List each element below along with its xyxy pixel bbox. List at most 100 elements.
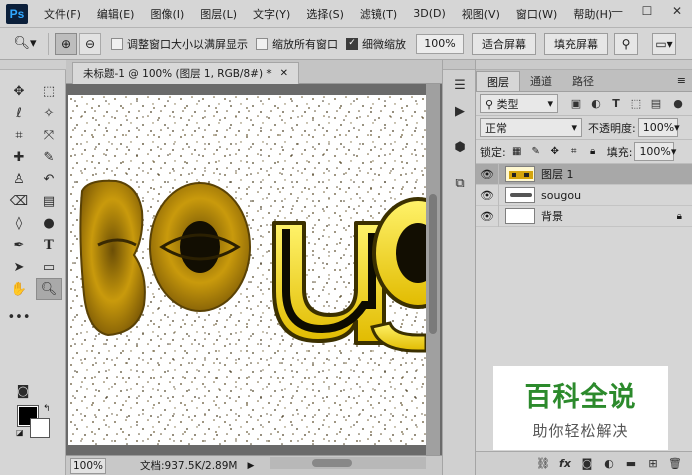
minimize-button[interactable]: —: [602, 0, 632, 22]
eraser-tool-icon[interactable]: ⌫: [6, 190, 32, 212]
status-menu-arrow-icon[interactable]: ▶: [247, 461, 254, 471]
menu-select[interactable]: 选择(S): [298, 6, 352, 22]
pen-tool-icon[interactable]: ✒: [6, 234, 32, 256]
lasso-tool-icon[interactable]: ℓ: [6, 102, 32, 124]
lock-transparent-icon[interactable]: ▦: [509, 144, 525, 160]
menu-layer[interactable]: 图层(L): [192, 6, 245, 22]
magic-wand-tool-icon[interactable]: ✧: [36, 102, 62, 124]
layer-row[interactable]: 👁︎ 背景 🔒︎: [476, 205, 692, 227]
clone-stamp-tool-icon[interactable]: ♙: [6, 168, 32, 190]
shape-tool-icon[interactable]: ▭: [36, 256, 62, 278]
lock-all-icon[interactable]: 🔒︎: [585, 144, 601, 160]
vertical-scrollbar[interactable]: [426, 84, 440, 455]
history-panel-icon[interactable]: ☰: [447, 74, 473, 96]
resize-windows-checkbox[interactable]: 调整窗口大小以满屏显示: [111, 36, 248, 52]
scrollbar-thumb[interactable]: [312, 459, 352, 467]
filter-kind-dropdown[interactable]: ⚲ 类型 ▾: [480, 94, 558, 113]
canvas-workspace[interactable]: sougou: [66, 84, 442, 455]
filter-shape-icon[interactable]: ⬚: [628, 96, 644, 112]
default-colors-icon[interactable]: ◪: [16, 428, 24, 437]
zoom-percent-field[interactable]: 100%: [416, 33, 464, 54]
fill-screen-button[interactable]: 填充屏幕: [544, 32, 608, 55]
healing-brush-tool-icon[interactable]: ✚: [6, 146, 32, 168]
new-group-icon[interactable]: ▬: [620, 454, 642, 474]
tab-layers[interactable]: 图层: [476, 71, 520, 91]
zoom-out-icon[interactable]: ⊖: [79, 32, 101, 55]
scrubby-zoom-checkbox[interactable]: ✓ 细微缩放: [346, 36, 406, 52]
path-selection-tool-icon[interactable]: ➤: [6, 256, 32, 278]
history-brush-tool-icon[interactable]: ↶: [36, 168, 62, 190]
3d-panel-icon[interactable]: ⬢: [447, 136, 473, 158]
toolbox-header[interactable]: [0, 60, 66, 70]
eye-icon[interactable]: 👁︎: [476, 210, 498, 223]
zoom-in-icon[interactable]: ⊕: [55, 32, 77, 55]
filter-type-icon[interactable]: T: [608, 96, 624, 112]
panel-menu-icon[interactable]: ≡: [677, 74, 686, 87]
adjustment-layer-icon[interactable]: ◐: [598, 454, 620, 474]
status-zoom-field[interactable]: 100%: [70, 457, 106, 474]
crop-tool-icon[interactable]: ⌗: [6, 124, 32, 146]
filter-pixel-icon[interactable]: ▣: [568, 96, 584, 112]
blur-tool-icon[interactable]: ◊: [6, 212, 32, 234]
menu-edit[interactable]: 编辑(E): [89, 6, 143, 22]
menu-view[interactable]: 视图(V): [454, 6, 508, 22]
horizontal-scrollbar[interactable]: [270, 457, 426, 469]
eye-icon[interactable]: 👁︎: [476, 189, 498, 202]
menu-3d[interactable]: 3D(D): [405, 7, 454, 20]
filter-smart-object-icon[interactable]: ▤: [648, 96, 664, 112]
document-tab-title: 未标题-1 @ 100% (图层 1, RGB/8#) *: [83, 68, 272, 80]
move-tool-icon[interactable]: ✥: [6, 80, 32, 102]
opacity-field[interactable]: 100% ▾: [637, 118, 680, 137]
close-button[interactable]: ✕: [662, 0, 692, 22]
brush-tool-icon[interactable]: ✎: [36, 146, 62, 168]
eye-icon[interactable]: 👁︎: [476, 168, 498, 181]
search-icon[interactable]: ⚲: [614, 32, 638, 55]
link-layers-icon[interactable]: ⛓: [532, 454, 554, 474]
dodge-tool-icon[interactable]: ●: [36, 212, 62, 234]
zoom-all-windows-checkbox[interactable]: 缩放所有窗口: [256, 36, 338, 52]
tab-paths[interactable]: 路径: [562, 71, 604, 91]
blend-mode-dropdown[interactable]: 正常 ▾: [480, 118, 582, 137]
close-icon[interactable]: ✕: [280, 68, 288, 79]
hand-tool-icon[interactable]: ✋: [6, 278, 32, 300]
workspace-icon[interactable]: ▭▾: [652, 32, 676, 55]
filter-toggle-icon[interactable]: ●: [670, 96, 686, 112]
fill-value: 100%: [639, 145, 671, 158]
menu-filter[interactable]: 滤镜(T): [352, 6, 405, 22]
layer-comps-icon[interactable]: ⧉: [447, 172, 473, 194]
tab-channels[interactable]: 通道: [520, 71, 562, 91]
panel-header[interactable]: [476, 60, 692, 70]
actions-panel-icon[interactable]: ▶: [447, 100, 473, 122]
dock-header[interactable]: [443, 60, 475, 70]
menu-file[interactable]: 文件(F): [36, 6, 89, 22]
zoom-tool-icon[interactable]: 🔍︎: [36, 278, 62, 300]
filter-adjustment-icon[interactable]: ◐: [588, 96, 604, 112]
type-tool-icon[interactable]: T: [36, 234, 62, 256]
lock-image-icon[interactable]: ✎: [528, 144, 544, 160]
gradient-tool-icon[interactable]: ▤: [36, 190, 62, 212]
document-canvas[interactable]: sougou: [68, 95, 426, 445]
layer-style-icon[interactable]: fx: [554, 454, 576, 474]
layer-row[interactable]: 👁︎ 图层 1: [476, 163, 692, 185]
eyedropper-tool-icon[interactable]: ⤧: [36, 124, 62, 146]
lock-position-icon[interactable]: ✥: [547, 144, 563, 160]
new-layer-icon[interactable]: ⊞: [642, 454, 664, 474]
menu-type[interactable]: 文字(Y): [245, 6, 298, 22]
swap-colors-icon[interactable]: ↰: [43, 404, 51, 414]
fill-field[interactable]: 100% ▾: [634, 142, 676, 161]
quick-mask-icon[interactable]: ◙: [10, 380, 36, 402]
layer-row[interactable]: 👁︎ sougou: [476, 184, 692, 206]
maximize-button[interactable]: ☐: [632, 0, 662, 22]
background-color-swatch[interactable]: [30, 418, 50, 438]
layer-mask-icon[interactable]: ◙: [576, 454, 598, 474]
more-tools-icon[interactable]: •••: [6, 306, 32, 328]
delete-layer-icon[interactable]: 🗑︎: [664, 454, 686, 474]
document-tab[interactable]: 未标题-1 @ 100% (图层 1, RGB/8#) * ✕: [72, 62, 300, 84]
zoom-tool-preset-icon[interactable]: 🔍︎▾: [8, 32, 42, 56]
fit-screen-button[interactable]: 适合屏幕: [472, 32, 536, 55]
menu-window[interactable]: 窗口(W): [508, 6, 565, 22]
menu-image[interactable]: 图像(I): [142, 6, 192, 22]
marquee-tool-icon[interactable]: ⬚: [36, 80, 62, 102]
lock-artboard-icon[interactable]: ⌗: [566, 144, 582, 160]
scrollbar-thumb[interactable]: [429, 194, 437, 334]
